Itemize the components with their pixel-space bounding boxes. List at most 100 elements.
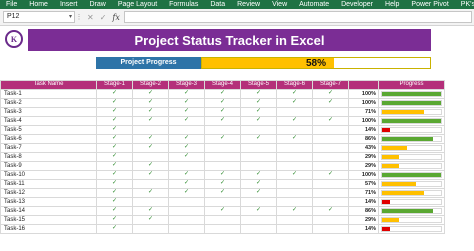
stage-cell[interactable]: [312, 133, 349, 144]
stage-cell[interactable]: [276, 196, 313, 207]
progress-bar-cell[interactable]: [378, 88, 445, 99]
stage-cell[interactable]: ✓: [276, 97, 313, 108]
stage-cell[interactable]: [312, 196, 349, 207]
progress-bar-cell[interactable]: [378, 178, 445, 189]
table-row[interactable]: Task-14 ✓ ✓ ✓ ✓ ✓ ✓ 86%: [0, 205, 445, 216]
stage-cell[interactable]: ✓: [204, 187, 241, 198]
ribbon-tab[interactable]: Developer: [335, 0, 379, 9]
progress-bar-cell[interactable]: [378, 124, 445, 135]
task-name-cell[interactable]: Task-15: [0, 214, 97, 225]
task-name-cell[interactable]: Task-1: [0, 88, 97, 99]
stage-cell[interactable]: [240, 124, 277, 135]
stage-cell[interactable]: [312, 214, 349, 225]
table-row[interactable]: Task-13 ✓ 14%: [0, 196, 445, 207]
stage-cell[interactable]: [168, 205, 205, 216]
table-row[interactable]: Task-6 ✓ ✓ ✓ ✓ ✓ ✓ 86%: [0, 133, 445, 144]
stage-cell[interactable]: [276, 124, 313, 135]
stage-cell[interactable]: [168, 124, 205, 135]
ribbon-tab[interactable]: Page Layout: [112, 0, 163, 9]
stage-cell[interactable]: ✓: [168, 115, 205, 126]
stage-cell[interactable]: [240, 196, 277, 207]
progress-percent-cell[interactable]: 86%: [348, 133, 379, 144]
stage-cell[interactable]: [240, 160, 277, 171]
stage-cell[interactable]: [204, 214, 241, 225]
stage-cell[interactable]: [132, 124, 169, 135]
table-row[interactable]: Task-1 ✓ ✓ ✓ ✓ ✓ ✓ ✓ 100%: [0, 88, 445, 99]
stage-cell[interactable]: ✓: [276, 205, 313, 216]
stage-cell[interactable]: [312, 142, 349, 153]
stage-cell[interactable]: [204, 160, 241, 171]
stage-cell[interactable]: ✓: [132, 142, 169, 153]
ribbon-tab[interactable]: View: [266, 0, 293, 9]
stage-cell[interactable]: [312, 187, 349, 198]
progress-percent-cell[interactable]: 71%: [348, 106, 379, 117]
stage-cell[interactable]: ✓: [96, 214, 133, 225]
stage-cell[interactable]: ✓: [276, 169, 313, 180]
stage-cell[interactable]: ✓: [240, 178, 277, 189]
task-name-cell[interactable]: Task-8: [0, 151, 97, 162]
stage-cell[interactable]: ✓: [132, 205, 169, 216]
column-header[interactable]: Stage-1: [96, 80, 133, 90]
stage-cell[interactable]: [312, 160, 349, 171]
stage-cell[interactable]: ✓: [96, 151, 133, 162]
stage-cell[interactable]: [204, 151, 241, 162]
name-box[interactable]: P12 ▾: [3, 11, 75, 23]
stage-cell[interactable]: ✓: [96, 142, 133, 153]
stage-cell[interactable]: ✓: [312, 205, 349, 216]
stage-cell[interactable]: ✓: [132, 106, 169, 117]
progress-bar-cell[interactable]: [378, 169, 445, 180]
progress-percent-cell[interactable]: 100%: [348, 169, 379, 180]
stage-cell[interactable]: ✓: [132, 115, 169, 126]
column-header[interactable]: Stage-6: [276, 80, 313, 90]
progress-percent-cell[interactable]: 29%: [348, 151, 379, 162]
task-name-cell[interactable]: Task-13: [0, 196, 97, 207]
stage-cell[interactable]: [276, 187, 313, 198]
task-name-cell[interactable]: Task-10: [0, 169, 97, 180]
stage-cell[interactable]: [312, 223, 349, 234]
stage-cell[interactable]: ✓: [96, 196, 133, 207]
stage-cell[interactable]: ✓: [96, 223, 133, 234]
worksheet[interactable]: K Project Status Tracker in Excel Projec…: [0, 26, 474, 251]
table-row[interactable]: Task-16 ✓ 14%: [0, 223, 445, 234]
stage-cell[interactable]: [240, 214, 277, 225]
progress-bar-cell[interactable]: [378, 205, 445, 216]
stage-cell[interactable]: ✓: [168, 187, 205, 198]
ribbon-tab[interactable]: Draw: [83, 0, 111, 9]
ribbon-tab[interactable]: PK's Utility Tool V3.0: [455, 0, 474, 9]
ribbon-tab[interactable]: Formulas: [163, 0, 204, 9]
stage-cell[interactable]: ✓: [96, 178, 133, 189]
stage-cell[interactable]: ✓: [240, 133, 277, 144]
stage-cell[interactable]: ✓: [204, 88, 241, 99]
stage-cell[interactable]: ✓: [132, 214, 169, 225]
progress-percent-cell[interactable]: 100%: [348, 115, 379, 126]
stage-cell[interactable]: ✓: [204, 97, 241, 108]
stage-cell[interactable]: [132, 151, 169, 162]
stage-cell[interactable]: [168, 223, 205, 234]
stage-cell[interactable]: [276, 106, 313, 117]
stage-cell[interactable]: [240, 223, 277, 234]
stage-cell[interactable]: [132, 223, 169, 234]
table-row[interactable]: Task-4 ✓ ✓ ✓ ✓ ✓ ✓ ✓ 100%: [0, 115, 445, 126]
task-name-cell[interactable]: Task-4: [0, 115, 97, 126]
stage-cell[interactable]: ✓: [132, 187, 169, 198]
stage-cell[interactable]: [168, 214, 205, 225]
progress-percent-cell[interactable]: 14%: [348, 223, 379, 234]
progress-bar-cell[interactable]: [378, 187, 445, 198]
stage-cell[interactable]: ✓: [312, 115, 349, 126]
ribbon-tab[interactable]: Power Pivot: [405, 0, 454, 9]
stage-cell[interactable]: ✓: [132, 97, 169, 108]
stage-cell[interactable]: [168, 196, 205, 207]
stage-cell[interactable]: ✓: [204, 106, 241, 117]
stage-cell[interactable]: ✓: [132, 133, 169, 144]
ribbon-tab[interactable]: Insert: [54, 0, 84, 9]
stage-cell[interactable]: [240, 151, 277, 162]
progress-bar-cell[interactable]: [378, 133, 445, 144]
ribbon-tab[interactable]: File: [0, 0, 23, 9]
progress-percent-cell[interactable]: 14%: [348, 124, 379, 135]
stage-cell[interactable]: [312, 178, 349, 189]
stage-cell[interactable]: ✓: [96, 97, 133, 108]
task-name-cell[interactable]: Task-12: [0, 187, 97, 198]
progress-percent-cell[interactable]: 29%: [348, 160, 379, 171]
stage-cell[interactable]: ✓: [168, 178, 205, 189]
table-row[interactable]: Task-5 ✓ 14%: [0, 124, 445, 135]
